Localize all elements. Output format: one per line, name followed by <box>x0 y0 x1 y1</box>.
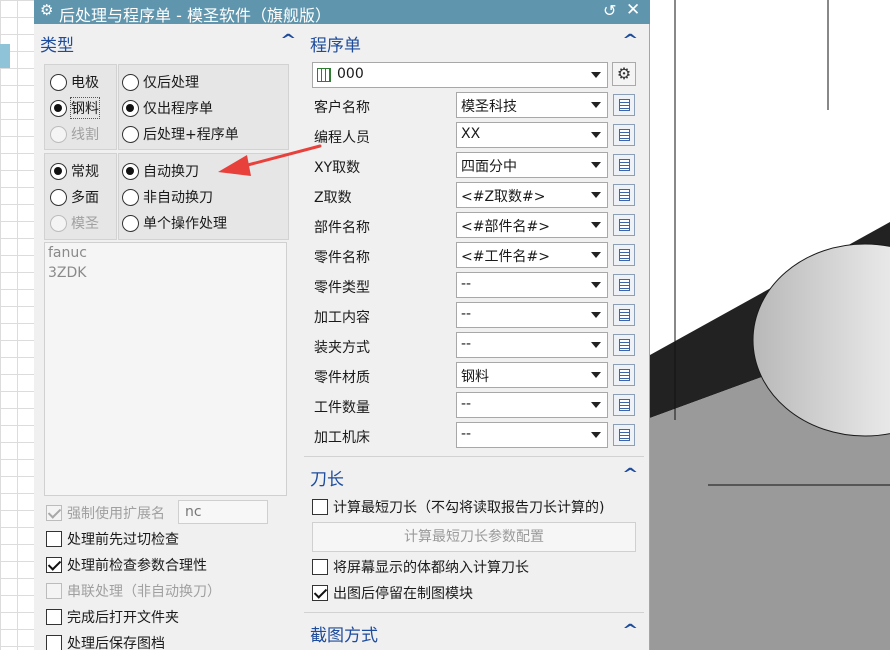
post-process-dialog: ⚙ 后处理与程序单 - 模圣软件（旗舰版） ↺ ✕ 类型 ^ 电极 钢料 线割 … <box>34 0 650 650</box>
cad-viewport[interactable] <box>650 0 890 650</box>
viewport-graphics <box>650 0 890 650</box>
annotation-arrow <box>218 144 322 176</box>
background-grid <box>0 0 34 650</box>
background-accent <box>0 44 10 68</box>
